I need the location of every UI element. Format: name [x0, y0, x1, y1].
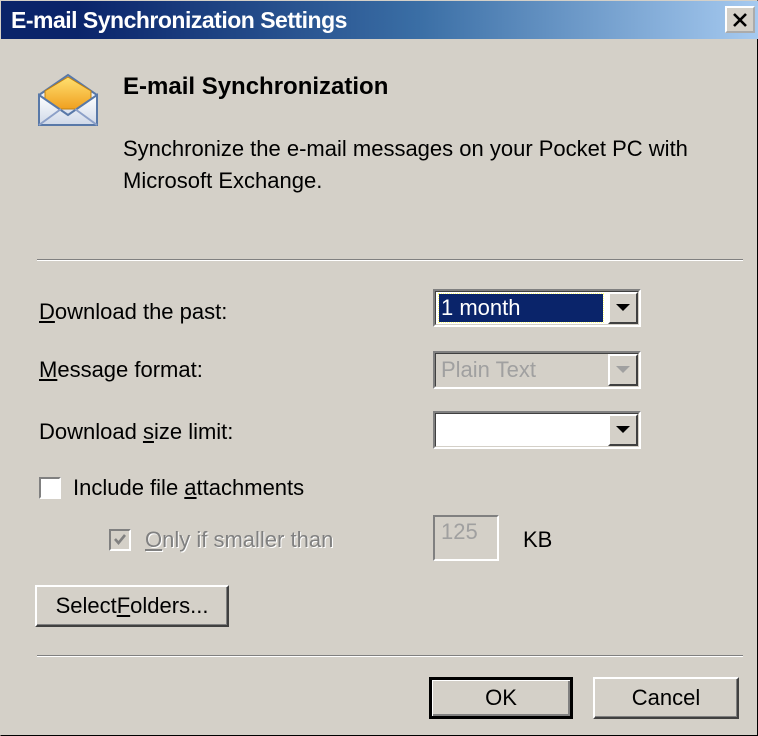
- size-limit-input[interactable]: 125: [433, 515, 499, 561]
- include-attachments-checkbox[interactable]: [39, 477, 61, 499]
- only-if-smaller-checkbox[interactable]: [109, 529, 131, 551]
- size-unit-label: KB: [523, 527, 553, 552]
- ok-button[interactable]: OK: [429, 677, 573, 719]
- envelope-icon: [38, 73, 98, 126]
- download-size-select[interactable]: [433, 411, 641, 449]
- download-past-label: Download the past:: [39, 299, 228, 324]
- header-title: E-mail Synchronization: [123, 73, 389, 100]
- select-folders-button[interactable]: Select Folders...: [35, 585, 229, 627]
- download-past-dropdown-button[interactable]: [608, 292, 638, 324]
- download-size-dropdown-button[interactable]: [608, 414, 638, 446]
- chevron-down-icon: [616, 426, 630, 433]
- message-format-dropdown-button[interactable]: [608, 354, 638, 386]
- chevron-down-icon: [616, 366, 630, 373]
- separator: [37, 655, 743, 657]
- download-past-select[interactable]: 1 month: [433, 289, 641, 327]
- only-if-smaller-label[interactable]: Only if smaller than: [145, 527, 333, 553]
- settings-dialog: E-mail Synchronization Settings E-mail S…: [0, 0, 758, 736]
- download-size-label: Download size limit:: [39, 419, 234, 444]
- download-size-value: [439, 416, 603, 444]
- close-button[interactable]: [725, 6, 755, 33]
- download-past-value: 1 month: [438, 293, 604, 323]
- window-title: E-mail Synchronization Settings: [11, 7, 347, 33]
- close-icon: [733, 12, 747, 27]
- chevron-down-icon: [616, 304, 630, 311]
- include-attachments-label[interactable]: Include file attachments: [73, 475, 304, 501]
- checkmark-icon: [114, 534, 127, 546]
- header-description: Synchronize the e-mail messages on your …: [123, 136, 688, 193]
- message-format-label: Message format:: [39, 357, 203, 382]
- message-format-select[interactable]: Plain Text: [433, 351, 641, 389]
- title-bar[interactable]: E-mail Synchronization Settings: [1, 1, 758, 39]
- cancel-button[interactable]: Cancel: [593, 677, 739, 719]
- message-format-value: Plain Text: [441, 357, 536, 382]
- separator: [37, 259, 743, 261]
